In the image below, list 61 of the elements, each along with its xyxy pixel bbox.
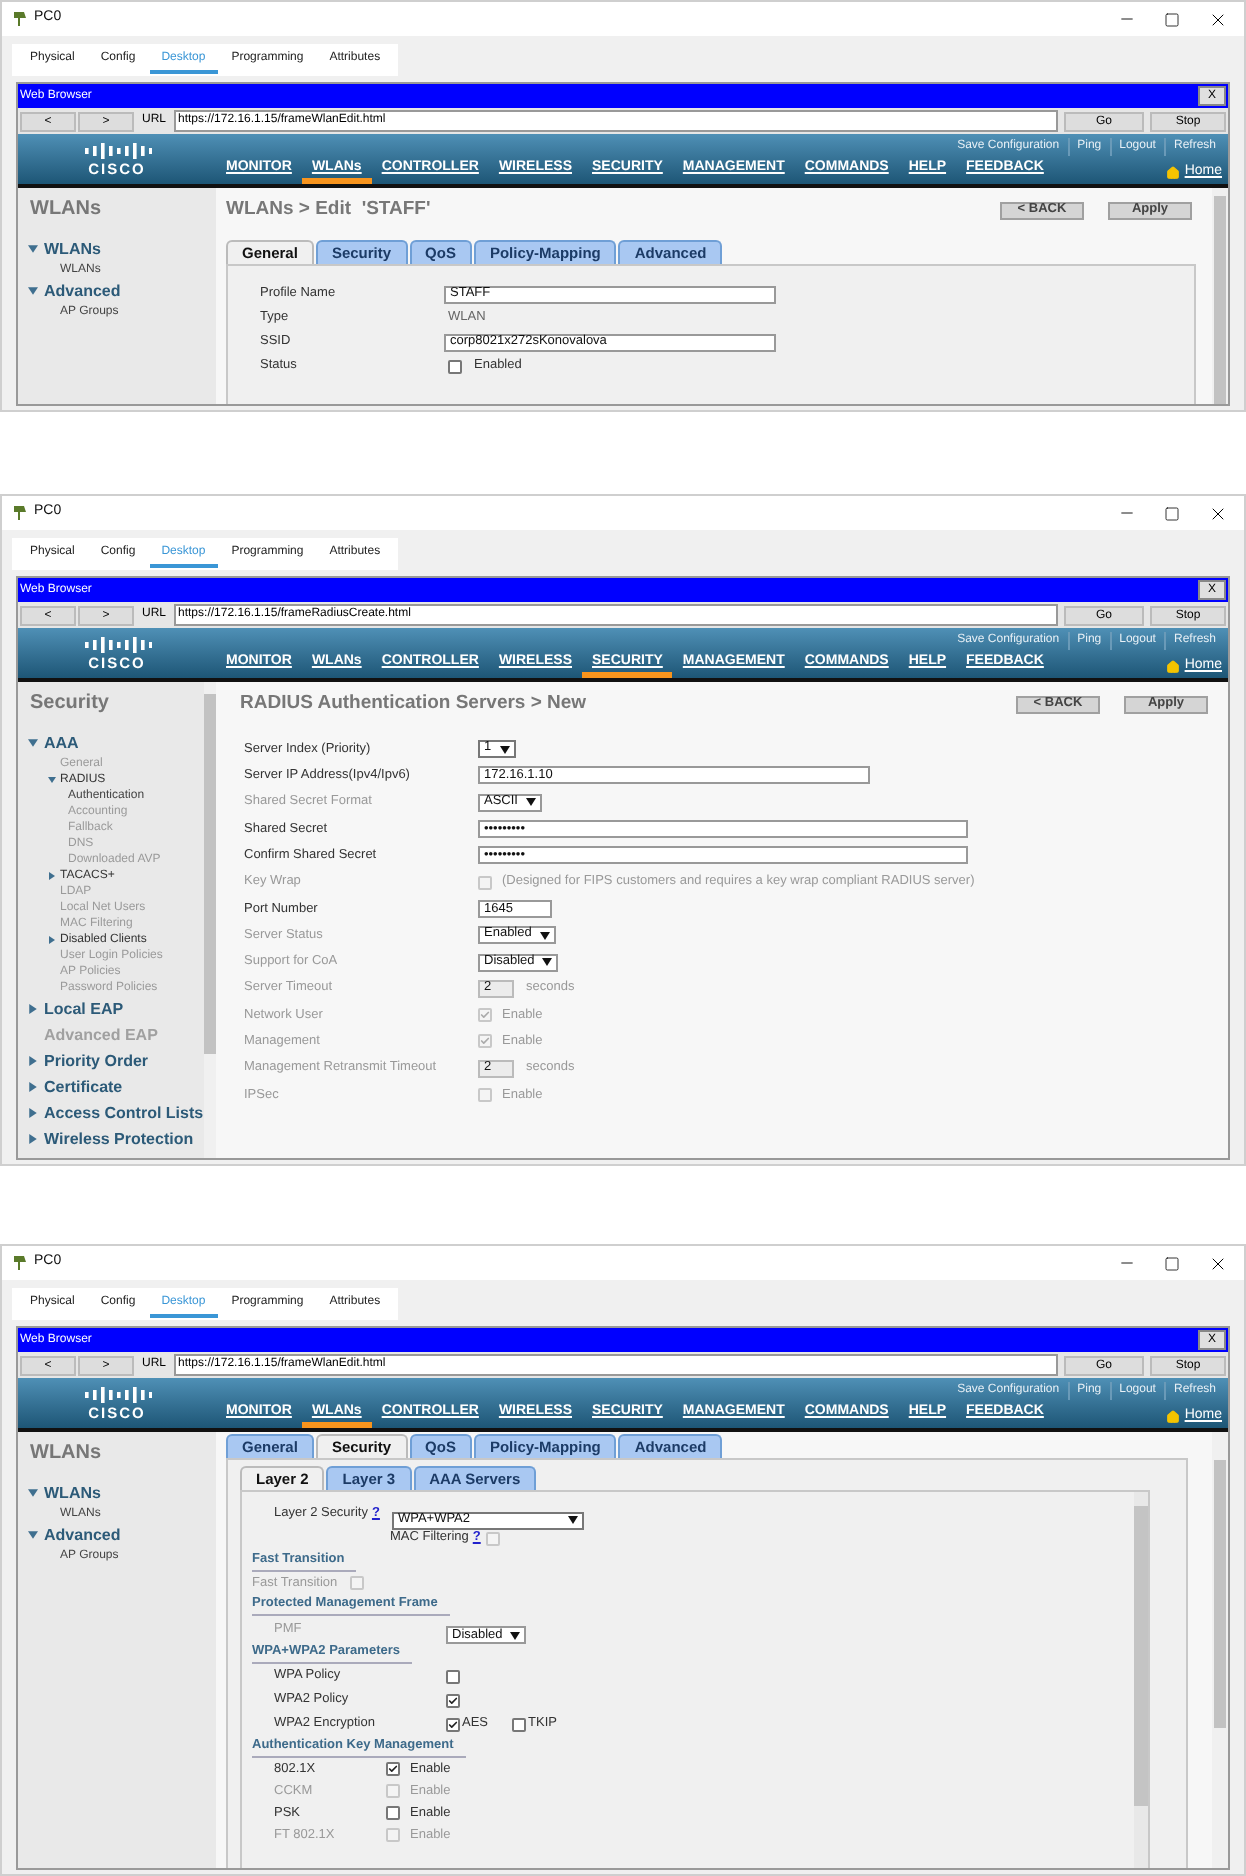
collapsed-arrow-icon[interactable] xyxy=(28,1134,38,1144)
expanded-arrow-icon[interactable] xyxy=(28,1488,38,1498)
page-title: WLANs > Edit 'STAFF' xyxy=(226,195,431,224)
sidebar-section[interactable]: Wireless Protection xyxy=(44,1127,194,1151)
close-icon[interactable] xyxy=(1208,9,1228,29)
maximize-icon[interactable] xyxy=(1164,1255,1180,1271)
caret-icon xyxy=(567,1516,578,1525)
expanded-arrow-icon[interactable] xyxy=(28,286,38,296)
sidebar-section[interactable]: AAA xyxy=(44,731,79,755)
sidebar-title: Security xyxy=(30,689,109,717)
collapsed-arrow-icon[interactable] xyxy=(28,1056,38,1066)
expanded-arrow-icon[interactable] xyxy=(28,244,38,254)
scrollbar[interactable] xyxy=(204,682,216,1158)
collapsed-arrow-icon[interactable] xyxy=(28,1082,38,1092)
sidebar-section[interactable]: Local EAP xyxy=(44,997,124,1021)
checkbox[interactable] xyxy=(446,1669,460,1683)
checkbox[interactable] xyxy=(446,1717,460,1731)
caret-icon xyxy=(499,745,510,754)
sidebar-section[interactable]: Certificate xyxy=(44,1075,123,1099)
app-icon xyxy=(12,504,28,522)
caret-icon xyxy=(542,958,553,967)
sidebar-section[interactable]: Priority Order xyxy=(44,1049,149,1073)
collapsed-arrow-icon[interactable] xyxy=(28,1004,38,1014)
checkbox[interactable] xyxy=(446,1693,460,1707)
sidebar-section[interactable]: Advanced xyxy=(44,279,121,303)
scrollbar[interactable] xyxy=(1212,188,1228,404)
caret-icon xyxy=(525,798,536,807)
caret-icon xyxy=(539,931,550,940)
collapsed-arrow-icon[interactable] xyxy=(28,1108,38,1118)
maximize-icon[interactable] xyxy=(1164,11,1180,27)
home-icon xyxy=(1166,165,1181,179)
checkbox[interactable] xyxy=(512,1717,527,1731)
sidebar-title: WLANs xyxy=(30,1439,102,1467)
expanded-arrow-icon[interactable] xyxy=(48,776,56,784)
home-icon xyxy=(1166,659,1181,673)
checkbox[interactable] xyxy=(386,1762,400,1776)
close-icon[interactable] xyxy=(1208,503,1228,523)
checkbox[interactable] xyxy=(486,1531,501,1545)
collapsed-arrow-icon[interactable] xyxy=(48,936,56,944)
home-icon xyxy=(1166,1409,1181,1423)
sidebar-section[interactable]: WLANs xyxy=(44,237,101,261)
caret-icon xyxy=(510,1631,521,1640)
collapsed-arrow-icon[interactable] xyxy=(48,872,56,880)
app-icon xyxy=(12,10,28,28)
expanded-arrow-icon[interactable] xyxy=(28,738,38,748)
expanded-arrow-icon[interactable] xyxy=(28,1530,38,1540)
sidebar-section[interactable]: Advanced xyxy=(44,1523,121,1547)
checkbox[interactable] xyxy=(448,359,462,373)
checkbox[interactable] xyxy=(386,1806,400,1820)
maximize-icon[interactable] xyxy=(1164,505,1180,521)
sidebar-section[interactable]: Access Control Lists xyxy=(44,1101,204,1125)
sidebar-title: WLANs xyxy=(30,195,102,223)
page-title: RADIUS Authentication Servers > New xyxy=(240,689,587,718)
app-icon xyxy=(12,1254,28,1272)
logo-bars-icon xyxy=(83,1385,151,1404)
sidebar-section[interactable]: WLANs xyxy=(44,1481,101,1505)
logo-bars-icon xyxy=(83,635,151,654)
scrollbar[interactable] xyxy=(1212,1432,1228,1868)
close-icon[interactable] xyxy=(1208,1253,1228,1273)
logo-bars-icon xyxy=(83,141,151,160)
scrollbar[interactable] xyxy=(1134,1492,1148,1868)
